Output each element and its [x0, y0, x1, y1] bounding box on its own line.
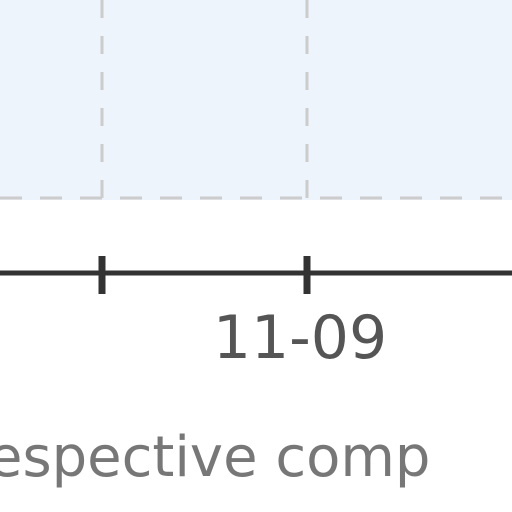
chart-crop: 11-09 espective comp: [0, 0, 512, 512]
x-tick-label: 11-09: [213, 303, 387, 373]
x-axis-label: espective comp: [0, 425, 430, 490]
plot-area-background: [0, 0, 512, 200]
chart-svg: 11-09 espective comp: [0, 0, 512, 490]
